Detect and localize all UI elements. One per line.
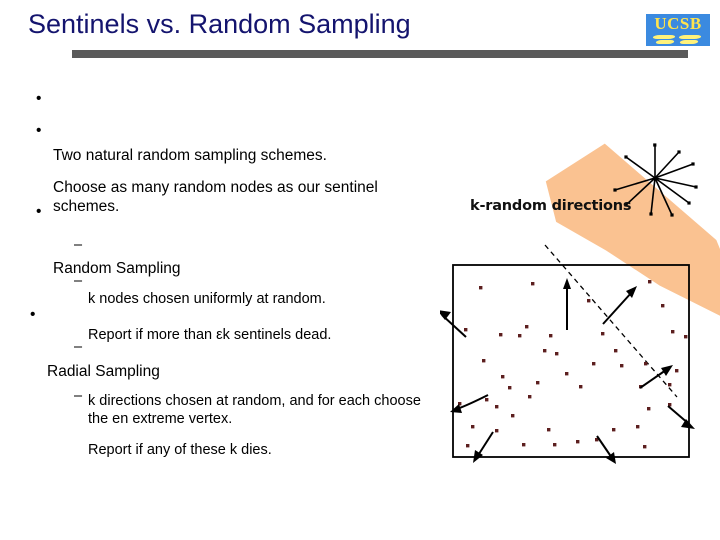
ucsb-logo-text: UCSB [654,14,702,33]
radial-sampling-figure [440,140,720,470]
bullet-marker: • [36,203,42,220]
bullet-marker: – [74,339,83,355]
wave-icon [654,40,676,44]
bullet-text: Report if any of these k dies. [88,442,272,458]
bullet-marker: • [30,306,36,323]
bullet-marker: – [74,237,83,253]
node-points [458,280,688,449]
title-divider [72,50,688,58]
wave-icon [651,35,677,39]
bullet-marker: • [36,90,42,107]
bullet-item: – Report if any of these k dies. [74,387,404,495]
point-set-box [452,264,690,458]
extreme-vertex-arrows [440,278,695,464]
bullet-marker: – [74,273,83,289]
wave-icon [678,40,700,44]
k-random-directions-label: k-random directions [470,198,632,214]
page-title: Sentinels vs. Random Sampling [28,9,411,39]
ucsb-logo: UCSB [646,14,710,46]
wave-icon [677,35,703,39]
highlighter-stroke [545,143,720,321]
bullet-marker: – [74,388,83,404]
bullet-marker: • [36,122,42,139]
slide-canvas: Sentinels vs. Random Sampling UCSB • Two… [0,0,720,540]
